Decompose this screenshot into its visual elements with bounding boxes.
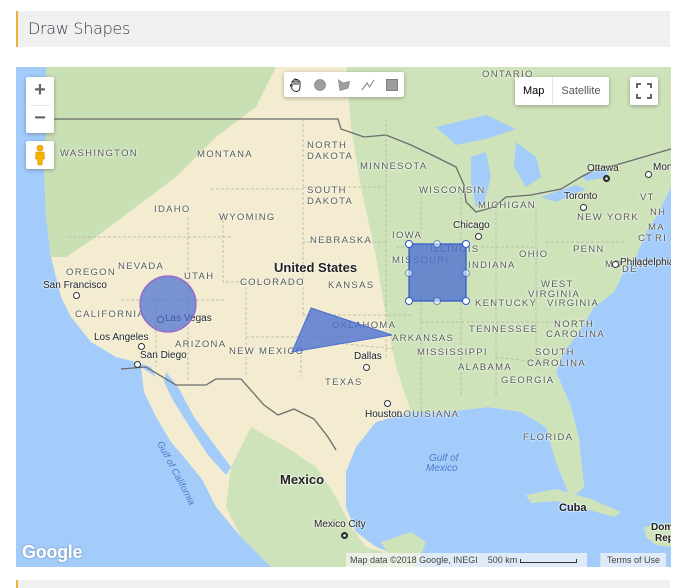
draw-tool-circle[interactable]	[308, 72, 332, 97]
rectangle-midpoint-handle[interactable]	[462, 269, 470, 277]
hand-icon	[290, 78, 301, 92]
google-logo: Google	[22, 542, 83, 562]
attribution-text: Map data ©2018 Google, INEGI	[350, 555, 478, 565]
map-type-satellite-button[interactable]: Satellite	[553, 77, 608, 105]
map-canvas[interactable]: WASHINGTON OREGON IDAHO MONTANA WYOMING …	[16, 67, 671, 567]
fullscreen-icon	[636, 83, 652, 99]
rectangle-vertex-handle[interactable]	[405, 240, 413, 248]
zoom-in-button[interactable]: +	[26, 77, 54, 104]
scale-bar[interactable]	[520, 559, 578, 563]
panel-title: Draw Shapes	[28, 19, 131, 38]
drawing-toolbar	[284, 72, 404, 97]
rectangle-midpoint-handle[interactable]	[433, 297, 441, 305]
pegman-icon	[35, 144, 45, 166]
polygon-icon	[337, 78, 351, 91]
panel-header: Draw Shapes	[16, 11, 670, 47]
map-type-map-button[interactable]: Map	[515, 77, 554, 105]
next-panel-header	[16, 580, 670, 588]
rectangle-midpoint-handle[interactable]	[405, 269, 413, 277]
draw-tool-rectangle[interactable]	[380, 72, 404, 97]
scale-label: 500 km	[487, 555, 518, 565]
draw-tool-pan[interactable]	[284, 72, 308, 97]
rectangle-vertex-handle[interactable]	[405, 297, 413, 305]
street-view-pegman-button[interactable]	[26, 141, 54, 169]
draw-tool-polygon[interactable]	[332, 72, 356, 97]
fullscreen-button[interactable]	[630, 77, 658, 105]
terms-of-use-link[interactable]: Terms of Use	[600, 553, 667, 567]
drawn-rectangle[interactable]	[408, 243, 467, 302]
map-type-control: Map Satellite	[515, 77, 609, 105]
zoom-out-button[interactable]: −	[26, 105, 54, 132]
draw-tool-polyline[interactable]	[356, 72, 380, 97]
polyline-icon	[361, 79, 375, 90]
rectangle-vertex-handle[interactable]	[462, 297, 470, 305]
rectangle-vertex-handle[interactable]	[462, 240, 470, 248]
rectangle-icon	[386, 78, 398, 91]
drawn-circle[interactable]	[139, 275, 197, 333]
zoom-control: + −	[26, 77, 54, 133]
map-attribution: Map data ©2018 Google, INEGI 500 km	[346, 553, 588, 567]
circle-icon	[314, 78, 326, 91]
rectangle-midpoint-handle[interactable]	[433, 240, 441, 248]
drawn-polygon[interactable]	[291, 307, 393, 353]
drawn-shapes-layer	[139, 243, 467, 353]
